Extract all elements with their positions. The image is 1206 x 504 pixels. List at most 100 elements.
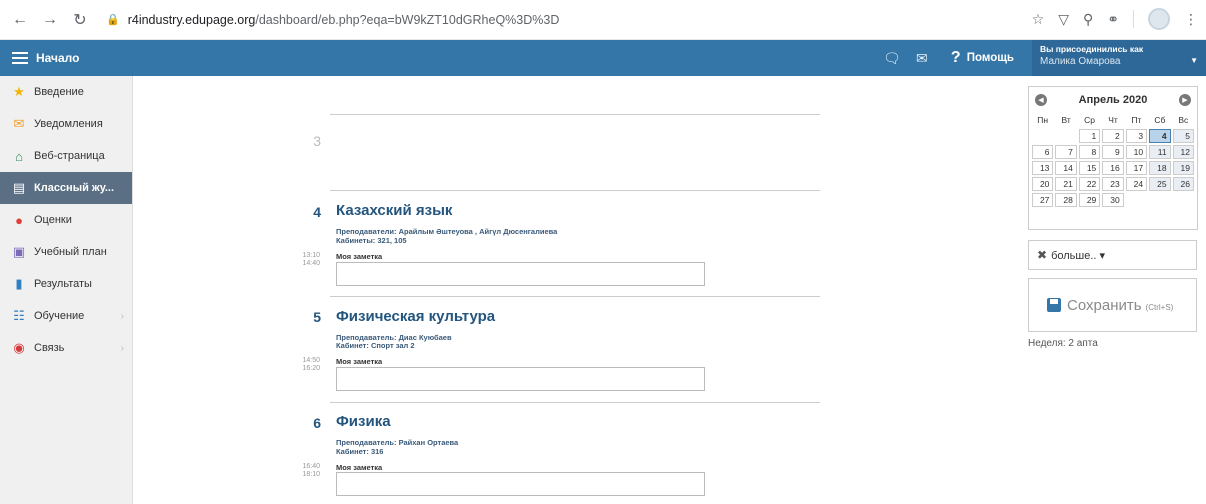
calendar-day[interactable]: 26: [1172, 177, 1194, 191]
calendar-day[interactable]: 22: [1078, 177, 1101, 191]
calendar-weekday: Пн: [1037, 115, 1049, 125]
chat-bubbles-icon[interactable]: 🗨: [877, 40, 907, 76]
calendar-day[interactable]: 20: [1032, 177, 1054, 191]
calendar-day[interactable]: 30: [1102, 193, 1124, 207]
calendar-day[interactable]: 4: [1149, 129, 1171, 143]
calendar-day[interactable]: 19: [1172, 161, 1194, 175]
sidebar-item-notifications[interactable]: ✉ Уведомления: [0, 108, 132, 140]
save-button[interactable]: Сохранить (Ctrl+S): [1028, 278, 1197, 332]
sidebar-item-study-plan[interactable]: ▣ Учебный план: [0, 236, 132, 268]
calendar-day[interactable]: 25: [1149, 177, 1171, 191]
lesson-divider: [330, 296, 820, 297]
calendar-day[interactable]: 1: [1078, 129, 1101, 143]
toolbar-divider: [1133, 10, 1134, 28]
sidebar-item-communication[interactable]: ◉ Связь ›: [0, 332, 132, 364]
calendar-day[interactable]: 6: [1032, 145, 1054, 159]
calendar-day[interactable]: 24: [1125, 177, 1148, 191]
calendar-day[interactable]: 10: [1125, 145, 1148, 159]
calendar-day[interactable]: 15: [1078, 161, 1101, 175]
back-icon[interactable]: ←: [8, 8, 32, 32]
lesson-teachers: Преподаватели: Арайлым Әштеуова , Айгүл …: [336, 227, 558, 236]
calendar-empty-cell: [1126, 193, 1147, 207]
more-dropdown-button[interactable]: ✖ больше.. ▾: [1028, 240, 1197, 270]
caret-down-icon: ▼: [1190, 56, 1198, 65]
class-journal-content: 3 4 Казахский язык Преподаватели: Арайлы…: [134, 76, 1014, 504]
sidebar-item-intro[interactable]: ★ Введение: [0, 76, 132, 108]
pocket-icon[interactable]: ▽: [1058, 11, 1069, 28]
grades-icon: ●: [15, 212, 23, 228]
lesson-title[interactable]: Физика: [336, 413, 391, 430]
search-icon[interactable]: ⚲: [1083, 11, 1093, 28]
calendar-day[interactable]: 13: [1032, 161, 1054, 175]
sidebar-item-webpage[interactable]: ⌂ Веб-страница: [0, 140, 132, 172]
user-menu[interactable]: Вы присоединились как Малика Омарова ▼: [1032, 40, 1206, 76]
prev-month-icon[interactable]: ◀: [1035, 94, 1047, 106]
calendar-weekday: Чт: [1108, 115, 1118, 125]
lesson-number: 6: [313, 415, 321, 431]
calendar-day[interactable]: 17: [1125, 161, 1148, 175]
calendar-empty-cell: [1055, 129, 1076, 143]
lesson-divider: [330, 402, 820, 403]
extension-icon[interactable]: ⚭: [1107, 11, 1119, 28]
lesson-title[interactable]: Казахский язык: [336, 202, 452, 219]
calendar-day[interactable]: 23: [1102, 177, 1124, 191]
calendar-empty-cell: [1173, 193, 1194, 207]
calendar-day[interactable]: 5: [1172, 129, 1194, 143]
lesson-number: 5: [313, 309, 321, 325]
calendar-weekday: Ср: [1084, 115, 1095, 125]
lesson-divider: [330, 190, 820, 191]
calendar-day[interactable]: 2: [1102, 129, 1124, 143]
chat-icon: ◉: [13, 340, 25, 355]
lock-icon: 🔒: [106, 14, 120, 26]
menu-kebab-icon[interactable]: ⋮: [1184, 11, 1198, 28]
home-link[interactable]: Начало: [36, 51, 79, 65]
mail-icon[interactable]: ✉: [907, 40, 937, 76]
book-icon: ☷: [13, 308, 25, 323]
note-input[interactable]: [336, 472, 705, 496]
lesson-time: 14:50 16:20: [302, 357, 320, 372]
calendar-weekday: Вт: [1061, 115, 1071, 125]
house-icon: ⌂: [15, 148, 23, 164]
calendar-day[interactable]: 7: [1055, 145, 1077, 159]
calendar-weekday: Вс: [1178, 115, 1189, 125]
next-month-icon[interactable]: ▶: [1178, 94, 1191, 106]
help-button[interactable]: ? Помощь: [951, 49, 1014, 67]
floppy-disk-icon: [1047, 298, 1061, 312]
lesson-time: 13:10 14:40: [302, 252, 320, 267]
hamburger-menu-icon[interactable]: [12, 52, 28, 64]
calendar-day[interactable]: 14: [1055, 161, 1077, 175]
star-icon: ★: [13, 84, 25, 99]
note-input[interactable]: [336, 367, 705, 391]
calendar-day[interactable]: 28: [1055, 193, 1077, 207]
lesson-teacher: Преподаватель: Райхан Ортаева: [336, 438, 459, 447]
lesson-divider: [330, 114, 820, 115]
calendar-day[interactable]: 18: [1149, 161, 1171, 175]
journal-icon: ▤: [12, 180, 26, 195]
lesson-number: 4: [313, 204, 321, 220]
calendar-day[interactable]: 29: [1078, 193, 1101, 207]
save-shortcut: (Ctrl+S): [1145, 302, 1174, 312]
calendar-day[interactable]: 8: [1078, 145, 1101, 159]
calendar-day[interactable]: 11: [1149, 145, 1171, 159]
profile-avatar[interactable]: [1148, 8, 1170, 30]
star-bookmark-icon[interactable]: ☆: [1032, 11, 1045, 28]
reload-icon[interactable]: ↻: [68, 8, 92, 32]
calendar-day[interactable]: 27: [1032, 193, 1054, 207]
sidebar-item-learning[interactable]: ☷ Обучение ›: [0, 300, 132, 332]
calendar-day[interactable]: 12: [1172, 145, 1194, 159]
lesson-title[interactable]: Физическая культура: [336, 308, 495, 325]
calendar-day[interactable]: 16: [1102, 161, 1124, 175]
forward-icon[interactable]: →: [38, 8, 62, 32]
calendar-day[interactable]: 21: [1055, 177, 1077, 191]
note-input[interactable]: [336, 262, 705, 286]
chart-icon: ▮: [15, 276, 23, 291]
sidebar-item-class-journal[interactable]: ▤ Классный жу...: [0, 172, 132, 204]
user-name: Малика Омарова: [1040, 56, 1121, 67]
sidebar-item-grades[interactable]: ● Оценки: [0, 204, 132, 236]
calendar-day[interactable]: 9: [1102, 145, 1124, 159]
calendar-day[interactable]: 3: [1125, 129, 1148, 143]
note-label: Моя заметка: [336, 463, 383, 472]
sidebar-item-results[interactable]: ▮ Результаты: [0, 268, 132, 300]
address-bar[interactable]: r4industry.edupage.org/dashboard/eb.php?…: [128, 13, 560, 27]
calendar-weekday: Сб: [1154, 115, 1166, 125]
